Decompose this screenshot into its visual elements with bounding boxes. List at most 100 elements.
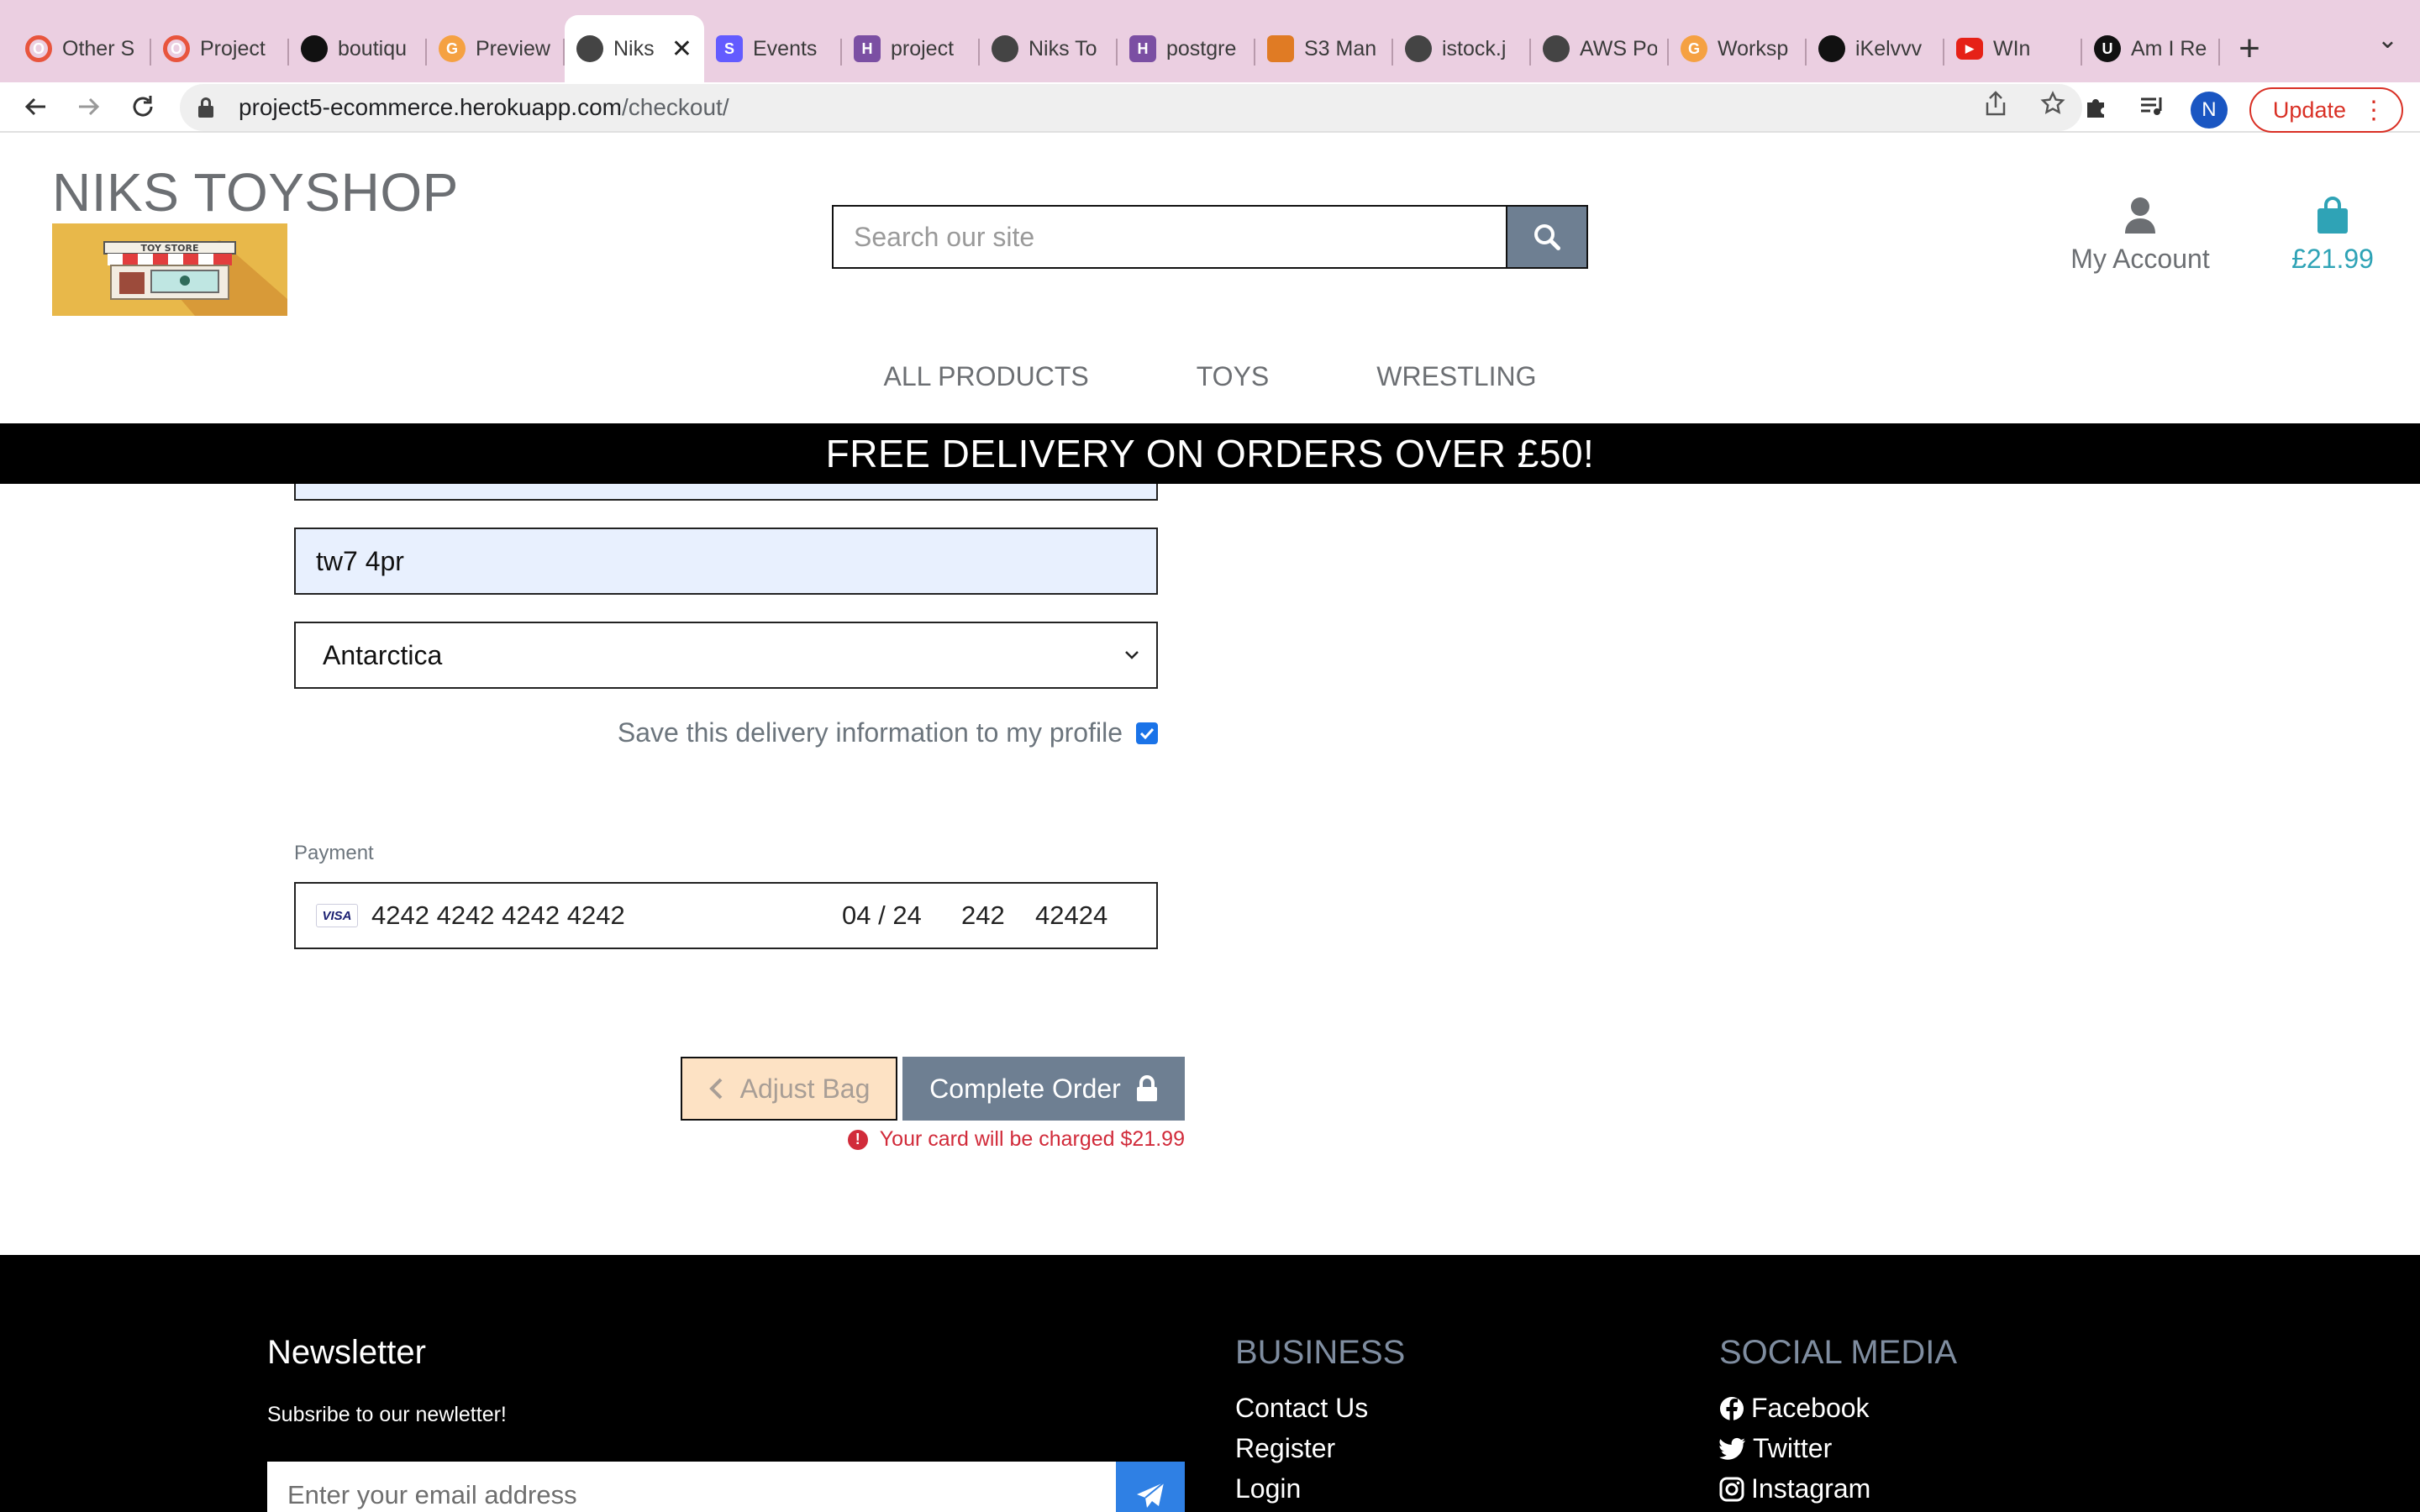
browser-tab-strip: O Other S O Project boutiqu G Preview Niks ✕ S Eve… bbox=[0, 0, 2420, 82]
globe-icon bbox=[576, 35, 603, 62]
tab-title: S3 Man bbox=[1304, 36, 1377, 60]
browser-tab[interactable]: Hproject bbox=[842, 15, 980, 82]
save-info-label[interactable]: Save this delivery information to my pro… bbox=[618, 717, 1123, 748]
browser-tab[interactable]: boutiqu bbox=[289, 15, 427, 82]
postcode-field[interactable]: tw7 4pr bbox=[294, 528, 1158, 595]
newsletter-title: Newsletter bbox=[267, 1334, 426, 1371]
chevron-left-icon bbox=[708, 1078, 723, 1100]
instagram-link[interactable]: Instagram bbox=[1719, 1473, 1870, 1504]
browser-tab[interactable]: G Preview bbox=[427, 15, 565, 82]
media-queue-icon[interactable] bbox=[2135, 94, 2169, 126]
brand-title[interactable]: NIKS TOYSHOP bbox=[52, 161, 459, 223]
github-icon bbox=[1818, 35, 1845, 62]
browser-tab[interactable]: S3 Man bbox=[1255, 15, 1393, 82]
tab-title: project bbox=[891, 36, 955, 60]
aws-s3-icon bbox=[1267, 35, 1294, 62]
card-postal-input[interactable]: 42424 bbox=[1035, 900, 1119, 931]
site-search bbox=[832, 205, 1588, 269]
nav-all-products[interactable]: ALL PRODUCTS bbox=[830, 361, 1143, 392]
browser-tab[interactable]: Niks To bbox=[980, 15, 1118, 82]
tab-title: Niks To bbox=[1028, 36, 1097, 60]
search-input[interactable] bbox=[832, 205, 1506, 269]
browser-tab[interactable]: ▶ WIn bbox=[1944, 15, 2082, 82]
extensions-puzzle-icon[interactable] bbox=[2080, 94, 2113, 126]
svg-text:TOY STORE: TOY STORE bbox=[140, 243, 198, 254]
browser-tab[interactable]: U Am I Re bbox=[2082, 15, 2220, 82]
save-info-row: Save this delivery information to my pro… bbox=[294, 717, 1158, 748]
browser-tab[interactable]: iKelvvv bbox=[1807, 15, 1944, 82]
opera-icon: O bbox=[25, 35, 52, 62]
social-media-title: SOCIAL MEDIA bbox=[1719, 1334, 1958, 1371]
chevron-down-icon bbox=[1125, 651, 1139, 659]
card-number-input[interactable]: 4242 4242 4242 4242 bbox=[371, 900, 842, 931]
kebab-menu-icon: ⋮ bbox=[2361, 96, 2386, 124]
paper-plane-icon bbox=[1137, 1482, 1165, 1508]
close-tab-icon[interactable]: ✕ bbox=[671, 34, 692, 64]
previous-field-partial[interactable] bbox=[294, 484, 1158, 501]
twitter-icon bbox=[1719, 1437, 1745, 1460]
lock-icon bbox=[1136, 1075, 1157, 1101]
shopping-bag-icon bbox=[2317, 197, 2348, 234]
card-expiry-input[interactable]: 04 / 24 bbox=[842, 900, 960, 931]
browser-tab[interactable]: Niks ✕ bbox=[565, 15, 704, 82]
gitpod-icon: G bbox=[1681, 35, 1707, 62]
toy-store-logo[interactable]: TOY STORE bbox=[52, 223, 287, 316]
newsletter-email-input[interactable] bbox=[267, 1462, 1116, 1512]
back-arrow-icon bbox=[24, 97, 45, 116]
heroku-icon: H bbox=[1129, 35, 1156, 62]
browser-tab[interactable]: S Events bbox=[704, 15, 842, 82]
search-button[interactable] bbox=[1506, 205, 1588, 269]
browser-tab[interactable]: O Other S bbox=[13, 15, 151, 82]
site-footer: Newsletter Subsribe to our newletter! BU… bbox=[0, 1255, 2420, 1512]
reload-button[interactable] bbox=[116, 81, 170, 132]
browser-tab[interactable]: AWS Po bbox=[1531, 15, 1669, 82]
adjust-bag-button[interactable]: Adjust Bag bbox=[681, 1057, 897, 1121]
contact-us-link[interactable]: Contact Us bbox=[1235, 1393, 1368, 1424]
tab-title: istock.j bbox=[1442, 36, 1507, 60]
tab-title: Niks bbox=[613, 36, 655, 60]
visa-card-icon: VISA bbox=[316, 904, 358, 927]
tab-search-chevron-icon[interactable]: ⌄ bbox=[2377, 25, 2398, 55]
globe-icon bbox=[1543, 35, 1570, 62]
opera-icon: O bbox=[163, 35, 190, 62]
profile-avatar[interactable]: N bbox=[2190, 92, 2228, 129]
toy-store-illustration-icon: TOY STORE bbox=[52, 223, 287, 316]
bookmark-star-icon[interactable] bbox=[2040, 91, 2065, 123]
free-delivery-banner: FREE DELIVERY ON ORDERS OVER £50! bbox=[0, 423, 2420, 484]
login-link[interactable]: Login bbox=[1235, 1473, 1301, 1504]
share-icon[interactable] bbox=[1985, 91, 2007, 123]
country-select[interactable]: Antarctica bbox=[294, 622, 1158, 689]
shopping-bag-link[interactable]: £21.99 bbox=[2282, 197, 2383, 275]
twitter-link[interactable]: Twitter bbox=[1719, 1433, 1832, 1464]
nav-wrestling[interactable]: WRESTLING bbox=[1323, 361, 1590, 392]
tab-title: Worksp bbox=[1718, 36, 1789, 60]
instagram-icon bbox=[1719, 1477, 1744, 1501]
tab-title: Am I Re bbox=[2131, 36, 2207, 60]
browser-tab[interactable]: O Project bbox=[151, 15, 289, 82]
register-link[interactable]: Register bbox=[1235, 1433, 1335, 1464]
heroku-icon: H bbox=[854, 35, 881, 62]
save-info-checkbox[interactable] bbox=[1136, 722, 1158, 744]
my-account-link[interactable]: My Account bbox=[2069, 197, 2212, 275]
complete-order-button[interactable]: Complete Order bbox=[902, 1057, 1185, 1121]
globe-icon bbox=[992, 35, 1018, 62]
browser-update-button[interactable]: Update ⋮ bbox=[2249, 87, 2403, 133]
lock-icon[interactable] bbox=[198, 97, 213, 118]
card-cvc-input[interactable]: 242 bbox=[961, 900, 1035, 931]
card-element[interactable]: VISA 4242 4242 4242 4242 04 / 24 242 424… bbox=[294, 882, 1158, 949]
tab-title: AWS Po bbox=[1580, 36, 1657, 60]
browser-tab[interactable]: istock.j bbox=[1393, 15, 1531, 82]
new-tab-button[interactable]: + bbox=[2220, 15, 2279, 82]
browser-tab[interactable]: G Worksp bbox=[1669, 15, 1807, 82]
facebook-link[interactable]: Facebook bbox=[1719, 1393, 1870, 1424]
forward-button[interactable] bbox=[62, 81, 116, 132]
tab-title: WIn bbox=[1993, 36, 2031, 60]
newsletter-subtitle: Subsribe to our newletter! bbox=[267, 1403, 507, 1426]
browser-tab[interactable]: Hpostgre bbox=[1118, 15, 1255, 82]
back-button[interactable] bbox=[8, 81, 62, 132]
newsletter-submit-button[interactable] bbox=[1116, 1462, 1185, 1512]
address-bar[interactable]: project5-ecommerce.herokuapp.com/checkou… bbox=[180, 84, 2082, 131]
main-navigation: ALL PRODUCTS TOYS WRESTLING bbox=[0, 361, 2420, 392]
user-icon bbox=[2125, 197, 2155, 234]
nav-toys[interactable]: TOYS bbox=[1143, 361, 1323, 392]
